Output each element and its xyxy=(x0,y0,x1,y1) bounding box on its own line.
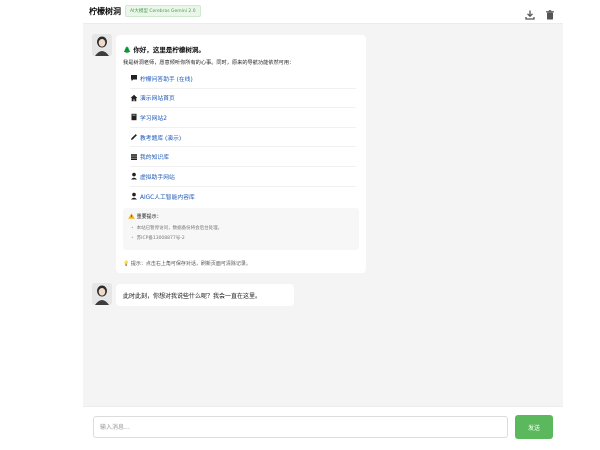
chat-icon xyxy=(130,74,138,82)
notice-box: 重要提示： 本站已暂停访问，数据备份将会后台处理。 苏ICP备13008877号… xyxy=(123,208,359,250)
nav-links: 柠檬问答助手 (在线) 演示网站首页 学习网站2 教考题库 (演示) 我的知识库 xyxy=(130,69,356,206)
notice-item: 本站已暂停访问，数据备份将会后台处理。 xyxy=(131,225,223,231)
nav-link-knowledge-base[interactable]: 我的知识库 xyxy=(130,147,356,167)
nav-link-exam-bank[interactable]: 教考题库 (演示) xyxy=(130,128,356,148)
lightbulb-icon: 💡 xyxy=(123,261,130,267)
page-margin-left xyxy=(0,0,83,450)
nav-link-label: 教考题库 (演示) xyxy=(140,135,182,142)
nav-link-label: 演示网站首页 xyxy=(140,96,175,103)
pencil-icon xyxy=(130,133,138,141)
nav-link-label: 柠檬问答助手 (在线) xyxy=(140,76,193,83)
reply-bubble: 此时此刻，你想对我说些什么呢？我会一直在这里。 xyxy=(116,284,294,306)
nav-link-label: 学习网站2 xyxy=(140,115,167,122)
nav-link-label: 虚拟助手网站 xyxy=(140,174,175,181)
nav-link-virtual-assistant[interactable]: 虚拟助手网站 xyxy=(130,167,356,187)
greeting: 🌲 你好，这里是柠檬树洞。 xyxy=(123,44,205,54)
bot-avatar xyxy=(92,283,112,305)
user-icon xyxy=(130,192,138,200)
bot-avatar xyxy=(92,34,112,56)
model-badge: AI大模型 Cerebras Gemini 2.0 xyxy=(125,5,201,17)
nav-link-aigc-library[interactable]: AIGC人工智能内容库 xyxy=(130,187,356,207)
notice-item[interactable]: 苏ICP备13008877号-2 xyxy=(131,235,185,241)
nav-link-qa-assistant[interactable]: 柠檬问答助手 (在线) xyxy=(130,69,356,89)
message-input[interactable] xyxy=(93,416,508,438)
tree-icon: 🌲 xyxy=(123,46,132,54)
tip-message: 提示：点击右上角可保存对话，刷新页面可清除记录。 xyxy=(130,261,251,267)
user-icon xyxy=(130,172,138,180)
reply-text: 此时此刻，你想对我说些什么呢？我会一直在这里。 xyxy=(123,293,262,300)
book-icon xyxy=(130,113,138,121)
top-bar: 柠檬树洞 AI大模型 Cerebras Gemini 2.0 xyxy=(83,0,563,24)
download-icon[interactable] xyxy=(524,6,536,20)
books-icon xyxy=(130,153,138,161)
intro-text: 我是树洞老师，愿意倾听你所有的心事。同时，原来的导航功能依然可用： xyxy=(123,60,295,66)
send-button[interactable]: 发送 xyxy=(515,415,553,439)
tip-text: 💡 提示：点击右上角可保存对话，刷新页面可清除记录。 xyxy=(123,260,251,267)
composer-bar: 发送 xyxy=(83,406,563,450)
greeting-text: 你好，这里是柠檬树洞。 xyxy=(133,46,205,54)
warning-icon xyxy=(128,213,135,220)
trash-icon[interactable] xyxy=(544,6,556,20)
message-list: 🌲 你好，这里是柠檬树洞。 我是树洞老师，愿意倾听你所有的心事。同时，原来的导航… xyxy=(83,24,563,406)
nav-link-label: AIGC人工智能内容库 xyxy=(140,194,195,201)
notice-title: 重要提示： xyxy=(128,213,162,220)
nav-link-study-site[interactable]: 学习网站2 xyxy=(130,108,356,128)
nav-link-label: 我的知识库 xyxy=(140,155,169,162)
nav-link-demo-home[interactable]: 演示网站首页 xyxy=(130,89,356,109)
page-margin-right xyxy=(563,0,600,450)
welcome-bubble: 🌲 你好，这里是柠檬树洞。 我是树洞老师，愿意倾听你所有的心事。同时，原来的导航… xyxy=(116,35,366,273)
chat-app: 柠檬树洞 AI大模型 Cerebras Gemini 2.0 🌲 你好，这里是柠… xyxy=(83,0,563,450)
home-icon xyxy=(130,94,138,102)
app-title: 柠檬树洞 xyxy=(89,7,121,16)
notice-title-text: 重要提示： xyxy=(136,214,162,220)
